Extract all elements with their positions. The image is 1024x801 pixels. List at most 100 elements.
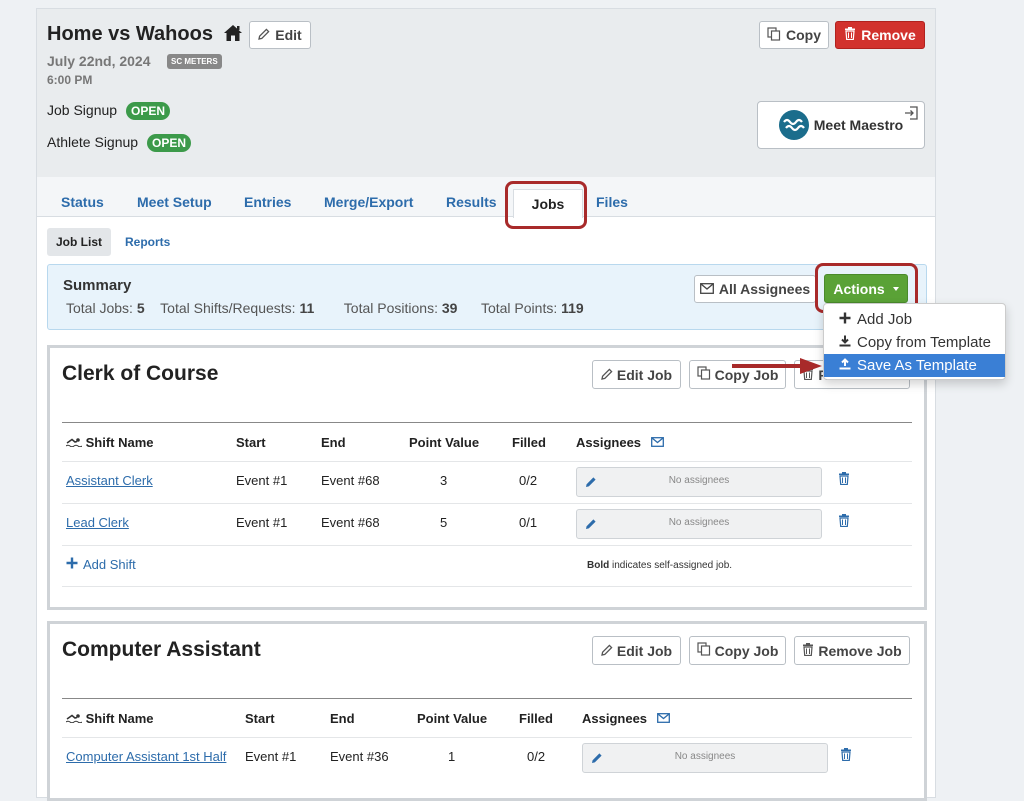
actions-label: Actions — [833, 280, 885, 297]
job-signup-label: Job Signup — [47, 102, 118, 118]
copy-meet-label: Copy — [786, 27, 821, 43]
edit-meet-label: Edit — [275, 27, 302, 43]
assignees-field[interactable]: No assignees — [576, 467, 822, 497]
assignees-field[interactable]: No assignees — [582, 743, 828, 773]
meet-maestro-button[interactable]: Meet Maestro — [757, 101, 925, 149]
shift-start: Event #1 — [245, 749, 297, 764]
table-row: Assistant Clerk Event #1 Event #68 3 0/2… — [62, 461, 912, 503]
menu-item-copy-from-template[interactable]: Copy from Template — [824, 331, 1005, 354]
shift-start: Event #1 — [236, 473, 288, 488]
no-assignees-text: No assignees — [674, 751, 736, 762]
filled-header: Filled — [519, 711, 553, 726]
menu-item-add-job[interactable]: Add Job — [824, 308, 1005, 331]
shift-name-header: Shift Name — [65, 435, 154, 450]
trash-icon[interactable] — [838, 514, 850, 530]
job-panel-clerk-of-course: Clerk of Course Edit Job Copy Job Remove… — [47, 345, 927, 610]
copy-meet-button[interactable]: Copy — [759, 21, 829, 49]
shifts-table: Shift Name Start End Point Value Filled … — [62, 698, 912, 798]
add-shift-link[interactable]: Add Shift — [66, 557, 136, 572]
download-icon — [839, 334, 851, 351]
shifts-table: Shift Name Start End Point Value Filled … — [62, 422, 912, 587]
start-header: Start — [236, 435, 266, 450]
total-jobs-value: 5 — [136, 300, 145, 316]
caret-down-icon — [892, 286, 899, 291]
shift-name-link[interactable]: Computer Assistant 1st Half — [66, 749, 226, 764]
subtab-reports[interactable]: Reports — [125, 235, 170, 249]
remove-job-label: Remove Job — [818, 642, 902, 659]
tab-results[interactable]: Results — [446, 194, 497, 210]
copy-icon — [697, 642, 711, 659]
athlete-signup-status-badge: OPEN — [147, 134, 192, 152]
meet-maestro-logo-icon — [778, 110, 809, 140]
shift-filled: 0/2 — [527, 749, 546, 764]
remove-job-button[interactable]: Remove Job — [794, 636, 910, 665]
end-header: End — [330, 711, 355, 726]
assignees-header-label: Assignees — [576, 435, 642, 450]
trash-icon[interactable] — [840, 748, 852, 764]
envelope-icon — [699, 281, 714, 297]
meet-maestro-label: Meet Maestro — [813, 117, 904, 133]
copy-job-label: Copy Job — [714, 642, 779, 659]
assignees-header: Assignees — [582, 711, 670, 726]
assignees-field[interactable]: No assignees — [576, 509, 822, 539]
shift-name-link[interactable]: Lead Clerk — [66, 515, 129, 530]
all-assignees-button[interactable]: All Assignees — [694, 275, 816, 303]
total-shifts-value: 11 — [299, 300, 315, 316]
trash-icon[interactable] — [838, 472, 850, 488]
shift-points: 1 — [448, 749, 456, 764]
edit-job-label: Edit Job — [616, 366, 673, 383]
pencil-icon — [258, 27, 270, 43]
shift-points: 3 — [440, 473, 448, 488]
shift-end: Event #36 — [330, 749, 389, 764]
meet-title: Home vs Wahoos — [47, 23, 213, 45]
edit-meet-button[interactable]: Edit — [249, 21, 311, 49]
total-points-value: 119 — [561, 300, 584, 316]
summary-title: Summary — [63, 277, 132, 294]
home-icon — [223, 24, 243, 45]
no-assignees-text: No assignees — [668, 475, 730, 486]
point-value-header: Point Value — [417, 711, 488, 726]
envelope-icon[interactable] — [650, 435, 664, 450]
shift-filled: 0/2 — [519, 473, 538, 488]
tab-status[interactable]: Status — [61, 194, 104, 210]
tab-meet-setup[interactable]: Meet Setup — [137, 194, 212, 210]
shift-end: Event #68 — [321, 515, 380, 530]
athlete-signup-label: Athlete Signup — [47, 134, 139, 150]
remove-meet-button[interactable]: Remove — [835, 21, 925, 49]
total-positions-value: 39 — [441, 300, 458, 316]
table-footer-row: Add Shift Bold indicates self-assigned j… — [62, 545, 912, 587]
jobs-tab-highlight — [505, 181, 587, 229]
copy-icon — [697, 366, 711, 383]
pencil-icon — [601, 643, 613, 659]
job-title: Computer Assistant — [62, 638, 261, 661]
total-points-label: Total Points: — [480, 300, 558, 316]
external-login-icon — [904, 106, 918, 123]
no-assignees-text: No assignees — [668, 517, 730, 528]
course-badge: SC METERS — [167, 54, 222, 69]
menu-item-save-as-template[interactable]: Save As Template — [824, 354, 1005, 377]
bold-note: Bold indicates self-assigned job. — [587, 560, 732, 571]
assignees-header-label: Assignees — [582, 711, 648, 726]
copy-icon — [767, 26, 781, 44]
envelope-icon[interactable] — [656, 711, 670, 726]
tab-entries[interactable]: Entries — [244, 194, 291, 210]
swimmer-icon — [65, 711, 83, 726]
bold-note-text: indicates self-assigned job. — [609, 560, 733, 571]
trash-icon — [844, 27, 856, 43]
subtab-job-list[interactable]: Job List — [47, 228, 111, 256]
menu-item-label: Copy from Template — [857, 334, 991, 351]
tab-merge-export[interactable]: Merge/Export — [324, 194, 413, 210]
copy-job-button[interactable]: Copy Job — [689, 636, 786, 665]
trash-icon — [802, 642, 814, 659]
meet-header: Home vs Wahoos Edit Copy Remove July 22n… — [37, 9, 935, 177]
swimmer-icon — [65, 435, 83, 450]
shift-name-link[interactable]: Assistant Clerk — [66, 473, 153, 488]
edit-job-button[interactable]: Edit Job — [592, 636, 681, 665]
tab-files[interactable]: Files — [596, 194, 628, 210]
plus-icon — [66, 557, 78, 572]
table-row: Lead Clerk Event #1 Event #68 5 0/1 No a… — [62, 503, 912, 545]
shift-end: Event #68 — [321, 473, 380, 488]
actions-dropdown-button[interactable]: Actions — [824, 274, 908, 303]
edit-job-button[interactable]: Edit Job — [592, 360, 681, 389]
table-row: Computer Assistant 1st Half Event #1 Eve… — [62, 737, 912, 779]
